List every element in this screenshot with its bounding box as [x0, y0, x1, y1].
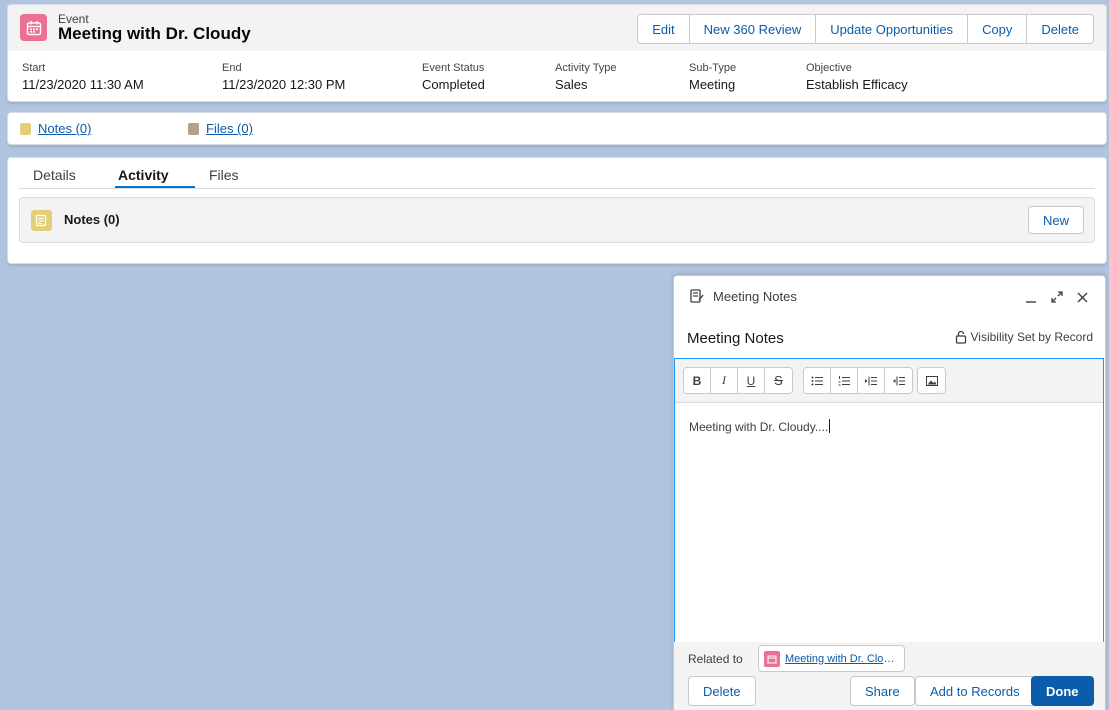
- tab-files[interactable]: Files: [209, 167, 239, 188]
- field-label: Activity Type: [555, 62, 617, 74]
- related-record-link[interactable]: Meeting with Dr. Cloudy: [785, 653, 899, 665]
- note-title-input[interactable]: [687, 327, 937, 349]
- field-label: Sub-Type: [689, 62, 737, 74]
- file-icon: [188, 122, 199, 135]
- delete-button[interactable]: Delete: [1027, 15, 1093, 43]
- update-opportunities-button[interactable]: Update Opportunities: [816, 15, 969, 43]
- field-label: Event Status: [422, 62, 485, 74]
- note-title-row: Visibility Set by Record: [674, 318, 1105, 358]
- add-to-records-button[interactable]: Add to Records: [915, 676, 1035, 706]
- field-activity-type: Activity Type Sales: [555, 62, 617, 92]
- tabset: Details Activity Files Notes (0) New: [7, 157, 1107, 264]
- note-icon: [31, 210, 52, 231]
- editor-toolbar: B I U S: [675, 359, 1103, 403]
- outdent-icon[interactable]: [885, 368, 912, 393]
- quicklink-files[interactable]: Files (0): [188, 121, 253, 136]
- header-actions: Edit New 360 Review Update Opportunities…: [637, 14, 1094, 44]
- numbered-list-icon[interactable]: [831, 368, 858, 393]
- event-calendar-icon: [764, 650, 780, 667]
- new-note-button[interactable]: New: [1027, 206, 1084, 234]
- bullet-list-icon[interactable]: [804, 368, 831, 393]
- strikethrough-icon[interactable]: S: [765, 368, 792, 393]
- field-label: Objective: [806, 62, 852, 74]
- composer-footer: Delete Share Add to Records Done: [674, 675, 1105, 710]
- share-button[interactable]: Share: [850, 676, 915, 706]
- header-top: Event Meeting with Dr. Cloudy Edit New 3…: [8, 5, 1106, 51]
- field-value: 11/23/2020 11:30 AM: [22, 77, 144, 92]
- field-value: Establish Efficacy: [806, 77, 908, 92]
- note-body[interactable]: Meeting with Dr. Cloudy....: [689, 419, 1089, 434]
- lock-icon: [955, 330, 966, 344]
- note-body-text: Meeting with Dr. Cloudy....: [689, 420, 829, 434]
- tab-activity[interactable]: Activity: [118, 167, 169, 188]
- event-calendar-icon: [20, 14, 47, 41]
- note-icon: [689, 288, 705, 304]
- notes-link[interactable]: Notes (0): [38, 121, 91, 136]
- field-value: 11/23/2020 12:30 PM: [222, 77, 346, 92]
- notes-related-list: Notes (0) New: [19, 197, 1095, 243]
- list-group: [803, 367, 913, 394]
- composer-header: Meeting Notes: [674, 276, 1105, 318]
- insert-group: [917, 367, 946, 394]
- related-record-pill[interactable]: Meeting with Dr. Cloudy: [758, 645, 905, 672]
- related-to-label: Related to: [688, 652, 743, 666]
- italic-icon[interactable]: I: [711, 368, 738, 393]
- field-label: End: [222, 62, 242, 74]
- quicklink-notes[interactable]: Notes (0): [20, 121, 91, 136]
- rich-text-editor[interactable]: B I U S Meeting with Dr. Cloudy....: [674, 358, 1104, 644]
- field-label: Start: [22, 62, 46, 74]
- tab-details[interactable]: Details: [33, 167, 76, 188]
- related-to-row: Related to Meeting with Dr. Cloudy: [674, 642, 1105, 675]
- field-sub-type: Sub-Type Meeting: [689, 62, 736, 92]
- format-group: B I U S: [683, 367, 793, 394]
- underline-icon[interactable]: U: [738, 368, 765, 393]
- page-title: Meeting with Dr. Cloudy: [58, 24, 251, 43]
- record-header: Event Meeting with Dr. Cloudy Edit New 3…: [7, 4, 1107, 102]
- note-icon: [20, 122, 31, 135]
- edit-button[interactable]: Edit: [638, 15, 690, 43]
- visibility-text: Visibility Set by Record: [970, 330, 1094, 344]
- field-end: End 11/23/2020 12:30 PM: [222, 62, 345, 92]
- composer-title: Meeting Notes: [713, 289, 797, 304]
- field-start: Start 11/23/2020 11:30 AM: [22, 62, 144, 92]
- text-cursor: [829, 419, 831, 433]
- delete-note-button[interactable]: Delete: [688, 676, 756, 706]
- notes-list-title: Notes (0): [64, 212, 120, 227]
- field-value: Sales: [555, 77, 588, 92]
- field-value: Completed: [422, 77, 485, 92]
- tab-bar: Details Activity Files: [19, 158, 1095, 189]
- image-icon[interactable]: [918, 368, 945, 393]
- copy-button[interactable]: Copy: [968, 15, 1028, 43]
- note-composer: Meeting Notes Visibility Set by Record B…: [673, 275, 1106, 710]
- bold-icon[interactable]: B: [684, 368, 711, 393]
- field-value: Meeting: [689, 77, 736, 92]
- indent-icon[interactable]: [858, 368, 885, 393]
- active-tab-indicator: [115, 186, 195, 188]
- close-icon[interactable]: [1074, 289, 1090, 305]
- related-quick-links: Notes (0) Files (0): [7, 112, 1107, 145]
- visibility-indicator: Visibility Set by Record: [955, 330, 1094, 344]
- minimize-icon[interactable]: [1023, 289, 1039, 305]
- done-button[interactable]: Done: [1031, 676, 1094, 706]
- new-360-review-button[interactable]: New 360 Review: [689, 15, 817, 43]
- files-link[interactable]: Files (0): [206, 121, 253, 136]
- expand-icon[interactable]: [1049, 289, 1065, 305]
- field-event-status: Event Status Completed: [422, 62, 485, 92]
- field-objective: Objective Establish Efficacy: [806, 62, 908, 92]
